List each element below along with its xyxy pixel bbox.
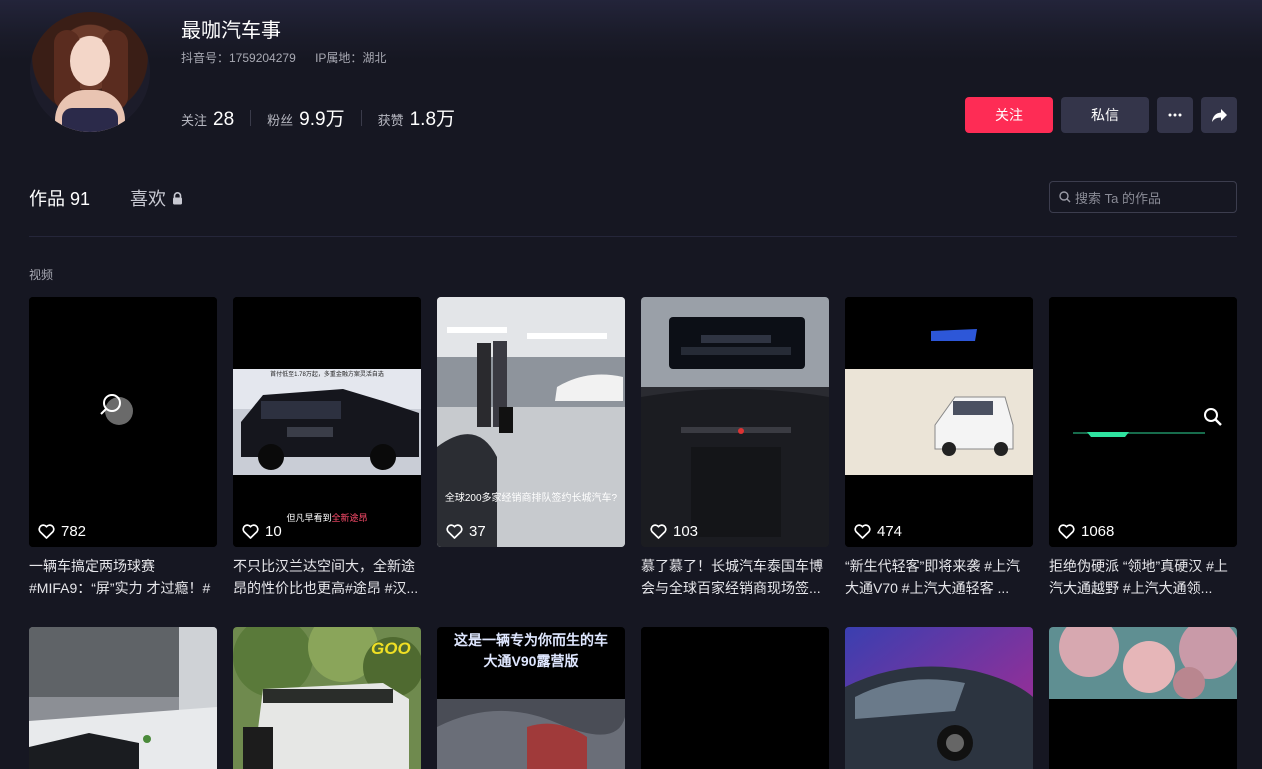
video-thumbnail [845, 297, 1033, 547]
video-thumbnail [641, 297, 829, 547]
video-card[interactable]: 474 [845, 297, 1033, 547]
ip-location: IP属地：湖北 [315, 51, 387, 65]
like-count: 474 [854, 523, 902, 540]
profile-meta: 抖音号：1759204279 IP属地：湖北 [181, 49, 402, 66]
message-button[interactable]: 私信 [1061, 97, 1149, 133]
lock-icon [173, 191, 183, 204]
video-thumbnail [29, 297, 217, 547]
video-card[interactable]: 全球200多家经销商排队签约长城汽车? 37 [437, 297, 625, 547]
video-card[interactable]: GOO [233, 627, 421, 769]
stat-label: 获赞 [377, 113, 404, 128]
like-count-value: 782 [61, 523, 87, 540]
video-card[interactable] [1049, 627, 1237, 769]
video-thumbnail [1049, 297, 1237, 547]
like-count-value: 1068 [1081, 523, 1115, 540]
heart-icon [242, 524, 259, 539]
share-button[interactable] [1201, 97, 1237, 133]
douyin-id: 抖音号：1759204279 [181, 51, 296, 65]
avatar-face [70, 36, 110, 86]
video-caption[interactable]: 不只比汉兰达空间大，全新途昂的性价比也更高#途昂 #汉... [233, 555, 421, 599]
video-thumbnail [1049, 627, 1237, 769]
search-icon [1059, 191, 1071, 203]
video-caption[interactable]: 一辆车搞定两场球赛 #MIFA9：“屏”实力 才过瘾！#卡... [29, 555, 217, 599]
stat-followers[interactable]: 粉丝 9.9万 [267, 104, 344, 131]
like-count: 1068 [1058, 523, 1114, 540]
thumbnail-text-highlight: 全新途昂 [331, 513, 368, 523]
stat-label: 关注 [181, 113, 208, 128]
video-card[interactable] [29, 627, 217, 769]
stat-divider [250, 109, 252, 126]
video-thumbnail [29, 627, 217, 769]
like-count-value: 37 [469, 523, 486, 540]
like-count-value: 103 [673, 523, 699, 540]
stat-value: 1.8万 [409, 109, 456, 130]
video-card[interactable] [641, 627, 829, 769]
stat-value: 28 [213, 109, 235, 130]
like-count-value: 10 [265, 523, 282, 540]
search-placeholder: 搜索 Ta 的作品 [1075, 190, 1161, 206]
video-card[interactable]: 103 [641, 297, 829, 547]
content-tabs: 作品 91 喜欢 [29, 185, 183, 211]
tab-likes[interactable]: 喜欢 [130, 185, 183, 211]
avatar-dress [62, 108, 118, 132]
more-icon [1168, 113, 1182, 117]
thumbnail-text: GOO [371, 639, 411, 658]
stat-following[interactable]: 关注 28 [181, 109, 234, 131]
video-card[interactable] [845, 627, 1033, 769]
tab-likes-label: 喜欢 [130, 189, 167, 209]
stat-value: 9.9万 [299, 109, 345, 130]
heart-icon [1058, 524, 1075, 539]
stat-divider [360, 109, 362, 126]
like-count: 782 [38, 523, 86, 540]
video-caption[interactable]: “新生代轻客”即将来袭 #上汽大通V70 #上汽大通轻客 ... [845, 555, 1033, 599]
stat-label: 粉丝 [267, 113, 294, 128]
share-icon [1211, 108, 1227, 122]
tab-works[interactable]: 作品 91 [29, 185, 90, 211]
video-card[interactable]: 782 [29, 297, 217, 547]
video-card[interactable]: 1068 [1049, 297, 1237, 547]
video-card[interactable]: 这是一辆专为你而生的车 大通V90露营版 [437, 627, 625, 769]
thumbnail-text: 这是一辆专为你而生的车 [454, 632, 608, 648]
profile-stats: 关注 28 粉丝 9.9万 获赞 1.8万 [181, 104, 455, 131]
video-thumbnail [641, 627, 829, 769]
video-thumbnail [437, 297, 625, 547]
heart-icon [446, 524, 463, 539]
thumbnail-text: 首付低至1.78万起，多重金融方案灵活自选 [270, 372, 384, 378]
like-count-value: 474 [877, 523, 903, 540]
avatar[interactable] [30, 12, 150, 132]
video-thumbnail [233, 297, 421, 547]
stat-likes: 获赞 1.8万 [378, 104, 455, 131]
search-works-input[interactable]: 搜索 Ta 的作品 [1049, 181, 1237, 213]
more-button[interactable] [1157, 97, 1193, 133]
like-count: 103 [650, 523, 698, 540]
thumbnail-text: 全球200多家经销商排队签约长城汽车? [444, 493, 618, 504]
video-thumbnail [845, 627, 1033, 769]
tabs-divider [29, 236, 1237, 237]
section-label: 视频 [29, 268, 54, 282]
heart-icon [854, 524, 871, 539]
video-caption[interactable] [437, 555, 625, 599]
thumbnail-text-part: 但凡早看到 [286, 513, 332, 523]
follow-button[interactable]: 关注 [965, 97, 1053, 133]
video-card[interactable]: 首付低至1.78万起，多重金融方案灵活自选 但凡早看到全新途昂 10 [233, 297, 421, 547]
like-count: 37 [446, 523, 486, 540]
like-count: 10 [242, 523, 282, 540]
heart-icon [650, 524, 667, 539]
video-caption[interactable]: 拒绝伪硬派 “领地”真硬汉 #上汽大通越野 #上汽大通领... [1049, 555, 1237, 599]
thumbnail-text: 大通V90露营版 [483, 653, 579, 669]
profile-name: 最咖汽车事 [181, 20, 281, 42]
heart-icon [38, 524, 55, 539]
video-caption[interactable]: 慕了慕了！长城汽车泰国车博会与全球百家经销商现场签... [641, 555, 829, 599]
